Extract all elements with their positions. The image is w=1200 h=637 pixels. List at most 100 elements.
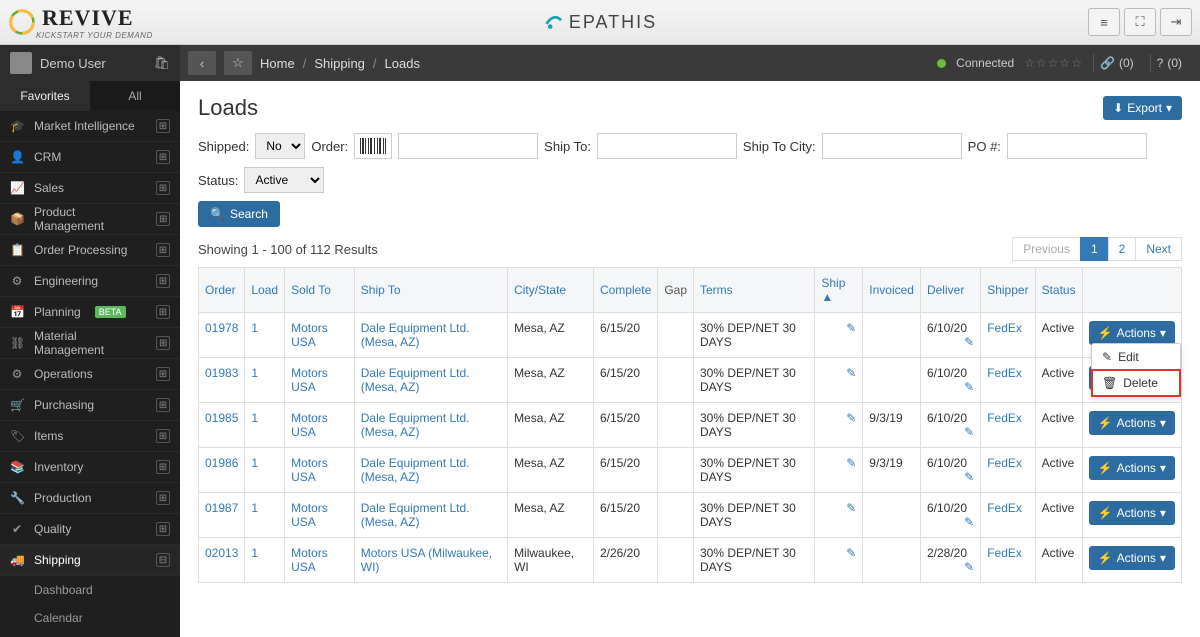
favorite-star-button[interactable]: ☆ [224,51,252,75]
col-shipper[interactable]: Shipper [981,268,1035,313]
back-button[interactable]: ‹ [188,51,216,75]
expand-icon[interactable]: ⊞ [156,398,170,412]
order-link[interactable]: 01983 [205,366,238,380]
actions-button[interactable]: ⚡Actions ▾ [1089,411,1175,435]
expand-icon[interactable]: ⊞ [156,181,170,195]
dropdown-delete[interactable]: 🗑Delete [1092,370,1180,396]
shipcity-input[interactable] [822,133,962,159]
expand-icon[interactable]: ⊞ [156,119,170,133]
menu-button[interactable]: ≡ [1088,8,1120,36]
pager-prev[interactable]: Previous [1012,237,1081,261]
soldto-link[interactable]: Motors USA [291,501,328,529]
col-deliver[interactable]: Deliver [920,268,980,313]
po-input[interactable] [1007,133,1147,159]
shipto-link[interactable]: Dale Equipment Ltd. (Mesa, AZ) [361,366,470,394]
actions-button[interactable]: ⚡Actions ▾ [1089,501,1175,525]
edit-ship-icon[interactable]: ✎ [846,546,856,560]
load-link[interactable]: 1 [251,501,258,515]
shipto-link[interactable]: Dale Equipment Ltd. (Mesa, AZ) [361,411,470,439]
shipped-select[interactable]: No [255,133,305,159]
col-status[interactable]: Status [1035,268,1082,313]
load-link[interactable]: 1 [251,456,258,470]
expand-icon[interactable]: ⊞ [156,336,170,350]
expand-icon[interactable]: ⊞ [156,305,170,319]
edit-ship-icon[interactable]: ✎ [846,456,856,470]
soldto-link[interactable]: Motors USA [291,411,328,439]
sidebar-item-inventory[interactable]: 📚Inventory⊞ [0,452,180,483]
collapse-icon[interactable]: ⊟ [156,553,170,567]
shipto-link[interactable]: Dale Equipment Ltd. (Mesa, AZ) [361,501,470,529]
expand-icon[interactable]: ⊞ [156,460,170,474]
edit-ship-icon[interactable]: ✎ [846,501,856,515]
pager-next[interactable]: Next [1135,237,1182,261]
status-select[interactable]: Active [244,167,324,193]
load-link[interactable]: 1 [251,366,258,380]
fullscreen-button[interactable]: ⛶ [1124,8,1156,36]
edit-deliver-icon[interactable]: ✎ [964,425,974,439]
col-gap[interactable]: Gap [658,268,694,313]
edit-deliver-icon[interactable]: ✎ [964,335,974,349]
sidebar-item-purchasing[interactable]: 🛒Purchasing⊞ [0,390,180,421]
actions-button[interactable]: ⚡Actions ▾ [1089,456,1175,480]
soldto-link[interactable]: Motors USA [291,546,328,574]
col-shipto[interactable]: Ship To [354,268,507,313]
export-button[interactable]: ⬇Export▾ [1103,96,1182,120]
actions-button[interactable]: ⚡Actions ▾ [1089,546,1175,570]
edit-ship-icon[interactable]: ✎ [846,366,856,380]
crumb-section[interactable]: Shipping [314,56,365,71]
order-link[interactable]: 01985 [205,411,238,425]
expand-icon[interactable]: ⊞ [156,274,170,288]
edit-deliver-icon[interactable]: ✎ [964,515,974,529]
expand-icon[interactable]: ⊞ [156,243,170,257]
sidebar-sub-dashboard[interactable]: Dashboard [0,576,180,604]
pager-page-2[interactable]: 2 [1108,237,1137,261]
load-link[interactable]: 1 [251,411,258,425]
shipper-link[interactable]: FedEx [987,546,1022,560]
col-ship[interactable]: Ship ▲ [815,268,863,313]
shipper-link[interactable]: FedEx [987,366,1022,380]
expand-icon[interactable]: ⊞ [156,491,170,505]
soldto-link[interactable]: Motors USA [291,456,328,484]
crumb-home[interactable]: Home [260,56,295,71]
sidebar-sub-calendar[interactable]: Calendar [0,604,180,632]
sidebar-tab-favorites[interactable]: Favorites [0,81,90,111]
links-pill[interactable]: 🔗(0) [1093,54,1140,72]
edit-deliver-icon[interactable]: ✎ [964,380,974,394]
col-citystate[interactable]: City/State [508,268,594,313]
sidebar-item-engineering[interactable]: ⚙Engineering⊞ [0,266,180,297]
rating-stars[interactable]: ☆☆☆☆☆ [1024,56,1083,70]
order-link[interactable]: 02013 [205,546,238,560]
sidebar-item-quality[interactable]: ✔Quality⊞ [0,514,180,545]
sidebar-item-market-intelligence[interactable]: 🎓Market Intelligence⊞ [0,111,180,142]
help-pill[interactable]: ?(0) [1150,54,1188,72]
sidebar-item-planning[interactable]: 📅PlanningBETA⊞ [0,297,180,328]
sidebar-item-material-management[interactable]: ⛓Material Management⊞ [0,328,180,359]
crumb-page[interactable]: Loads [385,56,420,71]
edit-ship-icon[interactable]: ✎ [846,411,856,425]
shipto-link[interactable]: Dale Equipment Ltd. (Mesa, AZ) [361,321,470,349]
col-load[interactable]: Load [245,268,285,313]
edit-ship-icon[interactable]: ✎ [846,321,856,335]
col-order[interactable]: Order [199,268,245,313]
soldto-link[interactable]: Motors USA [291,366,328,394]
expand-icon[interactable]: ⊞ [156,150,170,164]
edit-deliver-icon[interactable]: ✎ [964,560,974,574]
sidebar-item-shipping[interactable]: 🚚Shipping⊟ [0,545,180,576]
user-panel[interactable]: Demo User 🛍 [0,45,180,81]
sidebar-item-crm[interactable]: 👤CRM⊞ [0,142,180,173]
shipper-link[interactable]: FedEx [987,456,1022,470]
sidebar-item-production[interactable]: 🔧Production⊞ [0,483,180,514]
expand-icon[interactable]: ⊞ [156,522,170,536]
col-complete[interactable]: Complete [593,268,657,313]
sidebar-item-operations[interactable]: ⚙Operations⊞ [0,359,180,390]
load-link[interactable]: 1 [251,321,258,335]
col-terms[interactable]: Terms [694,268,815,313]
actions-button[interactable]: ⚡Actions ▾ [1089,321,1175,345]
shipto-input[interactable] [597,133,737,159]
col-soldto[interactable]: Sold To [285,268,355,313]
bag-icon[interactable]: 🛍 [153,55,170,71]
search-button[interactable]: 🔍Search [198,201,280,227]
order-link[interactable]: 01978 [205,321,238,335]
shipper-link[interactable]: FedEx [987,501,1022,515]
shipto-link[interactable]: Motors USA (Milwaukee, WI) [361,546,492,574]
